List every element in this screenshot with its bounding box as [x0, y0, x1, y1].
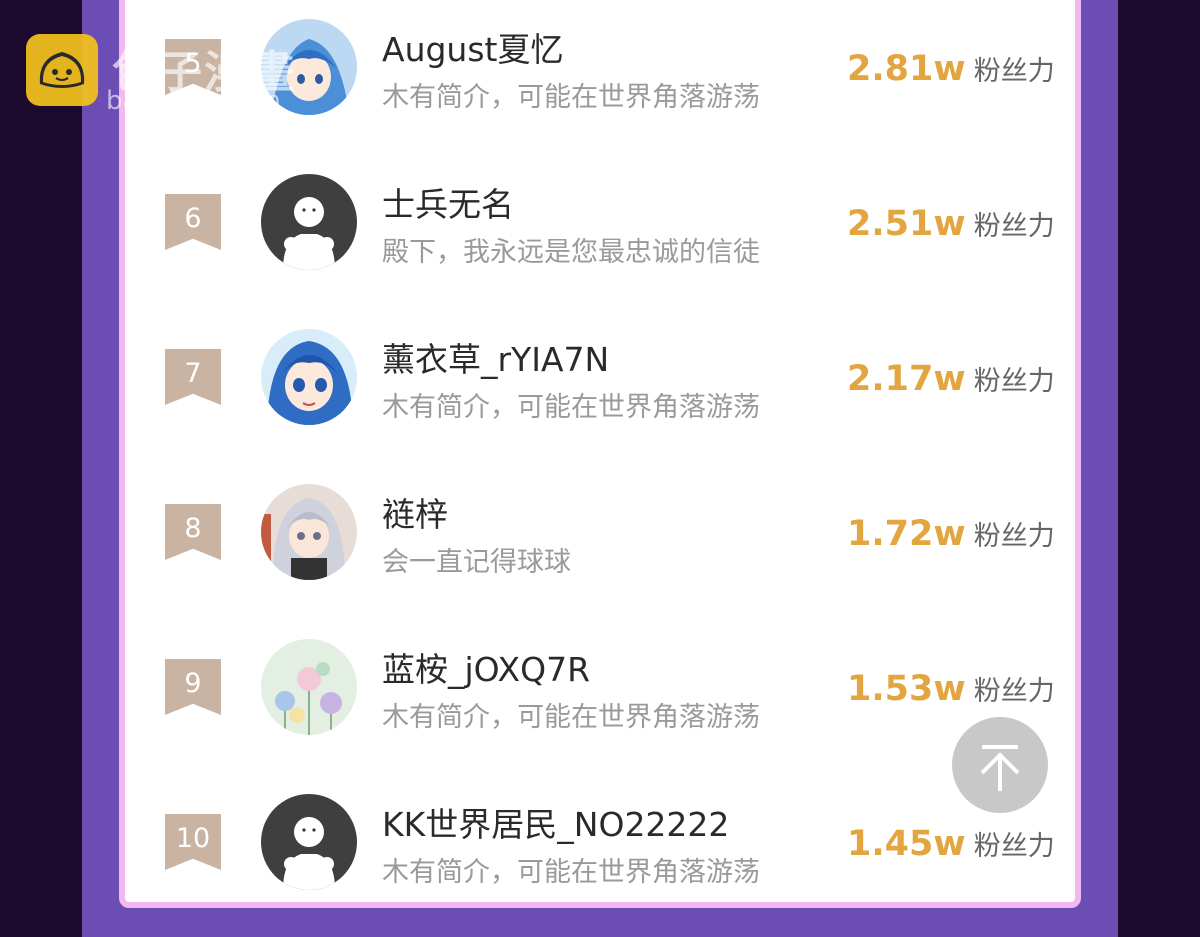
avatar[interactable]	[261, 329, 357, 425]
rank-badge: 10	[165, 814, 221, 870]
user-bio: 木有简介，可能在世界角落游荡	[382, 857, 760, 888]
fan-power-label: 粉丝力	[973, 366, 1055, 397]
fan-power-value: 2.51w	[847, 204, 966, 244]
fan-ranking-card: 5 August夏忆 木有简介，可能在世界角落游荡 2.81w 粉丝力 6 士兵…	[119, 0, 1081, 908]
avatar[interactable]	[261, 484, 357, 580]
user-bio: 木有简介，可能在世界角落游荡	[382, 702, 760, 733]
fan-power: 1.45w 粉丝力	[847, 824, 1055, 864]
user-name[interactable]: 蓝桉_jOXQ7R	[382, 643, 590, 691]
rank-badge: 6	[165, 194, 221, 250]
fan-power-label: 粉丝力	[973, 831, 1055, 862]
user-bio: 木有简介，可能在世界角落游荡	[382, 82, 760, 113]
fan-power-label: 粉丝力	[973, 56, 1055, 87]
ranking-row[interactable]: 7 薰衣草_rYIA7N 木有简介，可能在世界角落游荡 2.17w 粉丝力	[125, 319, 1075, 439]
fan-power-label: 粉丝力	[973, 676, 1055, 707]
user-bio: 会一直记得球球	[382, 547, 571, 578]
ranking-row[interactable]: 10 KK世界居民_NO22222 木有简介，可能在世界角落游荡 1.45w 粉丝…	[125, 784, 1075, 904]
fan-power: 2.81w 粉丝力	[847, 49, 1055, 89]
watermark: 包子漫畫 baozimh.com	[26, 34, 346, 116]
watermark-url: baozimh.com	[106, 86, 281, 116]
fan-power-value: 2.17w	[847, 359, 966, 399]
default-avatar-icon[interactable]	[261, 794, 357, 890]
fan-power-value: 1.53w	[847, 669, 966, 709]
scroll-to-top-button[interactable]	[952, 717, 1048, 813]
fan-power-value: 1.72w	[847, 514, 966, 554]
fan-power: 2.51w 粉丝力	[847, 204, 1055, 244]
ranking-row[interactable]: 9 蓝桉_jOXQ7R 木有简介，可能在世界角落游荡 1.53w 粉丝力	[125, 629, 1075, 749]
user-bio: 木有简介，可能在世界角落游荡	[382, 392, 760, 423]
arrow-up-icon	[980, 745, 1020, 791]
fan-power: 1.53w 粉丝力	[847, 669, 1055, 709]
user-name[interactable]: KK世界居民_NO22222	[382, 798, 729, 846]
fan-power-value: 1.45w	[847, 824, 966, 864]
user-bio: 殿下，我永远是您最忠诚的信徒	[382, 237, 760, 268]
rank-badge: 9	[165, 659, 221, 715]
rank-badge: 7	[165, 349, 221, 405]
user-name[interactable]: August夏忆	[382, 23, 563, 71]
default-avatar-icon[interactable]	[261, 174, 357, 270]
user-name[interactable]: 裢梓	[382, 488, 448, 536]
rank-badge: 8	[165, 504, 221, 560]
avatar[interactable]	[261, 639, 357, 735]
user-name[interactable]: 薰衣草_rYIA7N	[382, 333, 609, 381]
fan-power: 2.17w 粉丝力	[847, 359, 1055, 399]
bun-logo-icon	[26, 34, 98, 106]
fan-power-value: 2.81w	[847, 49, 966, 89]
ranking-row[interactable]: 8 裢梓 会一直记得球球 1.72w 粉丝力	[125, 474, 1075, 594]
fan-power: 1.72w 粉丝力	[847, 514, 1055, 554]
ranking-row[interactable]: 6 士兵无名 殿下，我永远是您最忠诚的信徒 2.51w 粉丝力	[125, 164, 1075, 284]
user-name[interactable]: 士兵无名	[382, 178, 514, 226]
fan-power-label: 粉丝力	[973, 211, 1055, 242]
fan-power-label: 粉丝力	[973, 521, 1055, 552]
